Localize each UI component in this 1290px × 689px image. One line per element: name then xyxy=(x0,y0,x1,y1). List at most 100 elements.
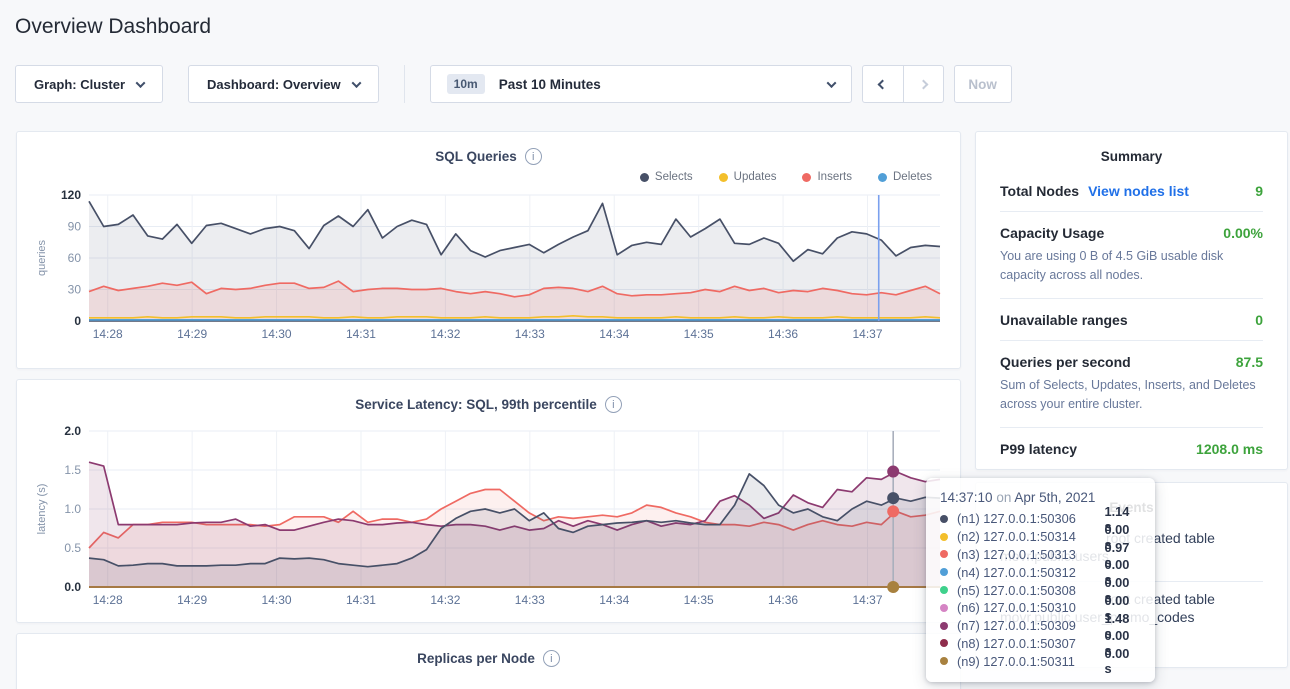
graph-dropdown-label: Graph: Cluster xyxy=(34,77,125,92)
summary-header: Summary xyxy=(1000,132,1263,170)
dashboard-dropdown-label: Dashboard: Overview xyxy=(207,77,341,92)
series-color-dot xyxy=(719,173,728,182)
sql-chart-legend: Selects Updates Inserts Deletes xyxy=(17,165,960,183)
overview-dashboard-page: Overview Dashboard Graph: Cluster Dashbo… xyxy=(0,0,1290,689)
series-color-dot xyxy=(940,550,948,558)
svg-text:14:32: 14:32 xyxy=(430,593,460,607)
summary-panel: Summary Total Nodes View nodes list 9 Ca… xyxy=(975,131,1288,470)
charts-column: SQL Queries i Selects Updates Inserts Delet… xyxy=(16,131,961,689)
unavailable-ranges-label: Unavailable ranges xyxy=(1000,312,1128,328)
unavailable-ranges-row: Unavailable ranges 0 xyxy=(1000,299,1263,341)
queries-per-second-row: Queries per second 87.5 Sum of Selects, … xyxy=(1000,341,1263,428)
svg-text:14:30: 14:30 xyxy=(262,327,292,341)
legend-item-deletes[interactable]: Deletes xyxy=(878,171,932,183)
page-title: Overview Dashboard xyxy=(0,0,1290,39)
svg-text:14:32: 14:32 xyxy=(430,327,460,341)
svg-text:latency (s): latency (s) xyxy=(36,484,48,535)
time-range-dropdown[interactable]: 10m Past 10 Minutes xyxy=(430,65,852,103)
time-range-label: Past 10 Minutes xyxy=(499,77,828,92)
series-color-dot xyxy=(940,586,948,594)
svg-text:14:31: 14:31 xyxy=(346,327,376,341)
tooltip-node-address: (n3) 127.0.0.1:50313 xyxy=(957,547,1104,562)
chevron-right-icon xyxy=(918,79,928,89)
legend-item-selects[interactable]: Selects xyxy=(640,171,693,183)
series-color-dot xyxy=(878,173,887,182)
svg-text:14:28: 14:28 xyxy=(93,327,123,341)
legend-item-updates[interactable]: Updates xyxy=(719,171,777,183)
info-icon[interactable]: i xyxy=(525,148,542,165)
chevron-left-icon xyxy=(878,79,888,89)
svg-text:14:34: 14:34 xyxy=(599,327,629,341)
svg-text:2.0: 2.0 xyxy=(64,424,81,438)
svg-text:14:33: 14:33 xyxy=(515,593,545,607)
svg-text:14:33: 14:33 xyxy=(515,327,545,341)
svg-text:60: 60 xyxy=(68,251,82,265)
svg-text:30: 30 xyxy=(68,283,82,297)
total-nodes-label: Total Nodes xyxy=(1000,183,1079,199)
svg-text:14:34: 14:34 xyxy=(599,593,629,607)
replicas-chart-card: Replicas per Node i xyxy=(16,633,961,689)
svg-text:0.5: 0.5 xyxy=(64,541,81,555)
svg-text:1.5: 1.5 xyxy=(64,463,81,477)
tooltip-row: (n9) 127.0.0.1:503110.00 s xyxy=(940,652,1139,670)
controls-bar: Graph: Cluster Dashboard: Overview 10m P… xyxy=(15,65,1275,103)
legend-item-inserts[interactable]: Inserts xyxy=(802,171,852,183)
svg-text:14:36: 14:36 xyxy=(768,593,798,607)
controls-divider xyxy=(404,65,405,103)
svg-text:14:37: 14:37 xyxy=(852,593,882,607)
time-range-badge: 10m xyxy=(447,74,485,94)
total-nodes-value: 9 xyxy=(1255,183,1263,199)
tooltip-rows: (n1) 127.0.0.1:503061.14 s(n2) 127.0.0.1… xyxy=(940,510,1139,670)
now-button[interactable]: Now xyxy=(954,65,1012,103)
series-color-dot xyxy=(940,622,948,630)
svg-text:90: 90 xyxy=(68,220,82,234)
svg-text:14:29: 14:29 xyxy=(177,327,207,341)
sql-queries-chart[interactable]: 030609012014:2814:2914:3014:3114:3214:33… xyxy=(33,185,946,345)
legend-label: Selects xyxy=(655,171,693,183)
capacity-usage-row: Capacity Usage 0.00% You are using 0 B o… xyxy=(1000,212,1263,299)
total-nodes-row: Total Nodes View nodes list 9 xyxy=(1000,170,1263,212)
legend-label: Deletes xyxy=(893,171,932,183)
latency-chart[interactable]: 0.00.51.01.52.014:2814:2914:3014:3114:32… xyxy=(33,421,946,611)
capacity-usage-description: You are using 0 B of 4.5 GiB usable disk… xyxy=(1000,247,1263,286)
unavailable-ranges-value: 0 xyxy=(1255,312,1263,328)
series-color-dot xyxy=(940,639,948,647)
tooltip-node-address: (n8) 127.0.0.1:50307 xyxy=(957,636,1104,651)
legend-label: Updates xyxy=(734,171,777,183)
series-color-dot xyxy=(940,515,948,523)
view-nodes-list-link[interactable]: View nodes list xyxy=(1088,183,1189,199)
queries-per-second-description: Sum of Selects, Updates, Inserts, and De… xyxy=(1000,376,1263,415)
svg-text:14:29: 14:29 xyxy=(177,593,207,607)
chevron-down-icon xyxy=(136,78,146,88)
info-icon[interactable]: i xyxy=(605,396,622,413)
tooltip-node-address: (n6) 127.0.0.1:50310 xyxy=(957,600,1104,615)
svg-text:14:36: 14:36 xyxy=(768,327,798,341)
svg-text:14:37: 14:37 xyxy=(852,327,882,341)
series-color-dot xyxy=(940,657,948,665)
info-icon[interactable]: i xyxy=(543,650,560,667)
dashboard-dropdown[interactable]: Dashboard: Overview xyxy=(188,65,379,103)
graph-dropdown[interactable]: Graph: Cluster xyxy=(15,65,163,103)
series-color-dot xyxy=(640,173,649,182)
time-back-button[interactable] xyxy=(863,66,903,102)
p99-latency-value: 1208.0 ms xyxy=(1196,441,1263,457)
queries-per-second-value: 87.5 xyxy=(1236,354,1263,370)
svg-text:1.0: 1.0 xyxy=(64,502,81,516)
sql-queries-chart-title-row: SQL Queries i xyxy=(17,132,960,165)
chart-title: Service Latency: SQL, 99th percentile xyxy=(355,397,597,412)
tooltip-node-value: 0.00 s xyxy=(1104,646,1139,676)
chevron-down-icon xyxy=(826,78,836,88)
latency-chart-card: Service Latency: SQL, 99th percentile i … xyxy=(16,379,961,623)
tooltip-node-address: (n9) 127.0.0.1:50311 xyxy=(957,654,1104,669)
tooltip-node-address: (n7) 127.0.0.1:50309 xyxy=(957,618,1104,633)
series-color-dot xyxy=(802,173,811,182)
p99-latency-row: P99 latency 1208.0 ms xyxy=(1000,428,1263,469)
tooltip-timestamp: 14:37:10 on Apr 5th, 2021 xyxy=(940,490,1139,505)
series-color-dot xyxy=(940,533,948,541)
time-forward-button[interactable] xyxy=(903,66,943,102)
tooltip-node-address: (n4) 127.0.0.1:50312 xyxy=(957,565,1104,580)
tooltip-node-address: (n2) 127.0.0.1:50314 xyxy=(957,529,1104,544)
svg-text:14:35: 14:35 xyxy=(684,593,714,607)
p99-latency-label: P99 latency xyxy=(1000,441,1077,457)
tooltip-node-address: (n1) 127.0.0.1:50306 xyxy=(957,511,1104,526)
